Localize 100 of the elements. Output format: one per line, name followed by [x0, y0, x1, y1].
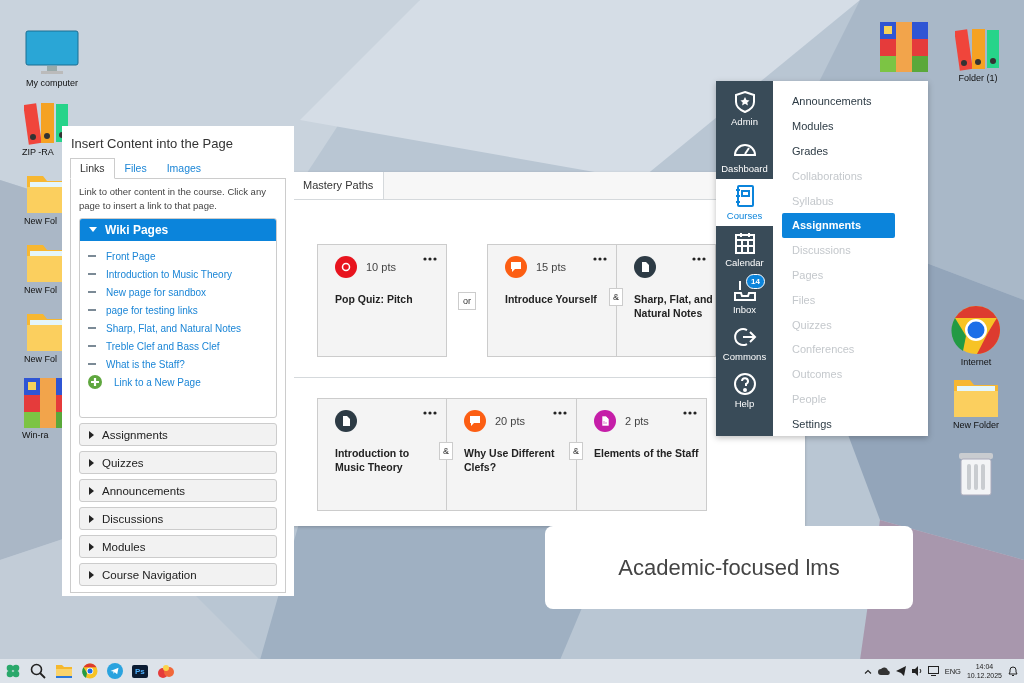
and-connector[interactable]: & — [439, 442, 453, 460]
chrome-icon[interactable] — [951, 305, 1001, 355]
more-options-icon[interactable] — [683, 411, 697, 415]
caption-text: Academic-focused lms — [618, 554, 840, 581]
cloud-icon[interactable] — [877, 666, 890, 676]
course-menu-item[interactable]: Modules — [782, 113, 895, 139]
more-options-icon[interactable] — [423, 411, 437, 415]
plus-icon — [88, 375, 102, 389]
page-link[interactable]: What is the Staff? — [106, 358, 185, 370]
page-link[interactable]: Front Page — [106, 250, 156, 262]
assignment-title: Introduction to Music Theory — [335, 446, 411, 474]
more-options-icon[interactable] — [692, 257, 706, 261]
dashboard-nav-item[interactable]: Dashboard — [716, 132, 773, 179]
icon-label: New Folder — [953, 420, 999, 430]
dash-icon — [88, 345, 96, 347]
icon-label: Internet — [960, 357, 992, 367]
page-link[interactable]: Introduction to Music Theory — [106, 268, 232, 280]
triangle-right-icon — [89, 430, 94, 439]
page-link[interactable]: Treble Clef and Bass Clef — [106, 340, 220, 352]
icon-label: Win-ra — [22, 430, 49, 440]
assignment-title: Elements of the Staff — [594, 446, 700, 460]
icon-label: New Fol — [24, 354, 57, 364]
calendar-nav-item[interactable]: Calendar — [716, 226, 773, 273]
binders-icon[interactable] — [24, 101, 70, 145]
assignment-card[interactable]: 10 pts Pop Quiz: Pitch — [317, 244, 447, 357]
tab[interactable]: Links — [70, 158, 115, 179]
icon-label: ZIP -RA — [22, 147, 54, 157]
section-header[interactable]: Discussions — [79, 507, 277, 530]
dash-icon — [88, 291, 96, 293]
triangle-right-icon — [89, 570, 94, 579]
course-menu-item[interactable]: Announcements — [782, 89, 895, 114]
section-title: Wiki Pages — [105, 223, 169, 237]
tab[interactable]: Files — [114, 158, 157, 179]
assignment-title: Why Use Different Clefs? — [464, 446, 556, 474]
unread-count-badge: 14 — [746, 274, 765, 289]
chrome-icon[interactable] — [82, 663, 98, 679]
dash-icon — [88, 255, 96, 257]
more-options-icon[interactable] — [553, 411, 567, 415]
folder-icon[interactable] — [55, 663, 73, 679]
page-link[interactable]: page for testing links — [106, 304, 198, 316]
instructions-text: Link to other content in the course. Click any page to insert a link to that page. — [79, 185, 267, 213]
points-label: 20 pts — [495, 415, 525, 427]
shield-icon — [732, 90, 757, 114]
courses-nav-item[interactable]: Courses — [716, 179, 773, 226]
and-connector[interactable]: & — [609, 288, 623, 306]
triangle-down-icon — [89, 227, 97, 233]
section-header[interactable]: Assignments — [79, 423, 277, 446]
triangle-right-icon — [89, 486, 94, 495]
or-connector[interactable]: or — [458, 291, 476, 310]
section-header[interactable]: Quizzes — [79, 451, 277, 474]
archive-icon[interactable] — [880, 22, 928, 72]
icon-label: My computer — [26, 78, 78, 88]
icon-label: Folder (1) — [958, 73, 998, 83]
course-menu-item[interactable]: Assignments — [782, 213, 895, 238]
triangle-right-icon — [89, 458, 94, 467]
points-label: 2 pts — [625, 415, 649, 427]
triangle-right-icon — [89, 542, 94, 551]
mastery-paths-tab[interactable]: Mastery Paths — [293, 172, 385, 199]
admin-nav-item[interactable]: Admin — [716, 85, 773, 132]
inbox-nav-item[interactable]: 14 Inbox — [716, 273, 773, 320]
monitor-icon[interactable] — [927, 666, 939, 676]
and-connector[interactable]: & — [569, 442, 583, 460]
section-header[interactable]: Course Navigation — [79, 563, 277, 586]
assignment-title: Introduce Yourself — [505, 292, 598, 306]
app-icon[interactable] — [156, 663, 175, 679]
course-menu-item[interactable]: Settings — [782, 411, 895, 437]
calendar-icon — [732, 231, 757, 255]
more-options-icon[interactable] — [593, 257, 607, 261]
speaker-icon[interactable] — [911, 666, 922, 676]
page-link[interactable]: New page for sandbox — [106, 286, 207, 298]
assignment-title: Sharp, Flat, and Natural Notes — [634, 292, 713, 320]
tab[interactable]: Images — [156, 158, 212, 179]
assignment-title: Pop Quiz: Pitch — [335, 292, 414, 306]
search-icon[interactable] — [30, 663, 46, 679]
points-label: 10 pts — [366, 261, 396, 273]
dash-icon — [88, 309, 96, 311]
icon-label: New Fol — [24, 285, 57, 295]
page-link[interactable]: Sharp, Flat, and Natural Notes — [106, 322, 242, 334]
dash-icon — [88, 363, 96, 365]
binders-icon[interactable] — [955, 27, 1001, 71]
bell-icon[interactable] — [1008, 665, 1018, 677]
help-nav-item[interactable]: Help — [716, 367, 773, 414]
start-icon[interactable] — [5, 663, 21, 679]
section-header[interactable]: Modules — [79, 535, 277, 558]
dash-icon — [88, 273, 96, 275]
new-page-link[interactable]: Link to a New Page — [114, 376, 201, 388]
photoshop-app-icon[interactable]: Ps — [132, 664, 148, 678]
icon-label: New Fol — [24, 216, 57, 226]
caret-icon[interactable] — [863, 668, 872, 674]
arrow-icon — [732, 325, 757, 349]
more-options-icon[interactable] — [423, 257, 437, 261]
paper-plane-icon[interactable] — [895, 666, 906, 676]
triangle-right-icon — [89, 514, 94, 523]
section-header[interactable]: Announcements — [79, 479, 277, 502]
commons-nav-item[interactable]: Commons — [716, 320, 773, 367]
section-header[interactable]: Wiki Pages — [80, 219, 276, 241]
help-icon — [732, 372, 757, 396]
points-label: 15 pts — [536, 261, 566, 273]
course-menu-item[interactable]: Grades — [782, 138, 895, 164]
dash-icon — [88, 327, 96, 329]
